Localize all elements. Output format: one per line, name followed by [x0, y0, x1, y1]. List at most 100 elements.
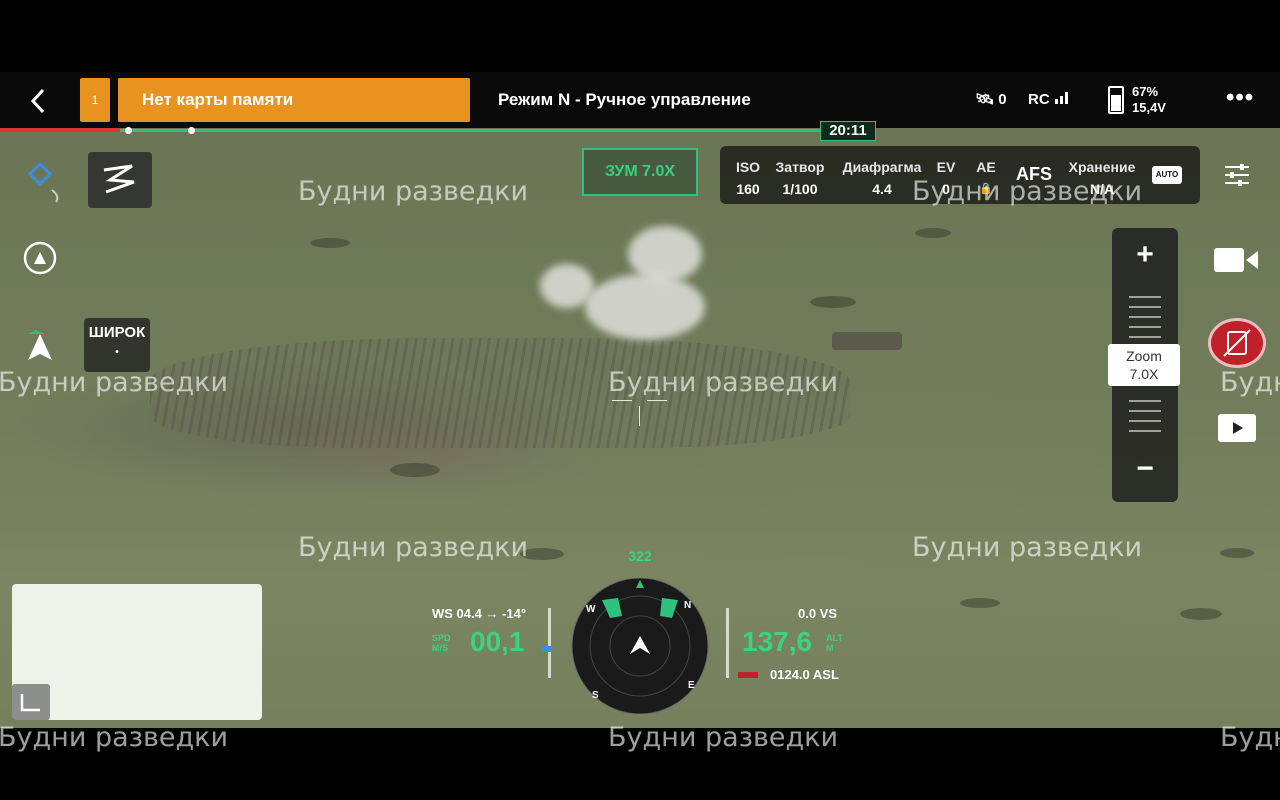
svg-text:W: W — [586, 604, 596, 615]
wide-lens-label: ШИРОК — [88, 324, 146, 341]
signal-icon — [1054, 92, 1068, 104]
shutter-label: Затвор — [775, 159, 825, 175]
battery-voltage: 15,4V — [1132, 100, 1166, 115]
zoom-value: 7.0X — [1129, 366, 1159, 382]
zoom-level-indicator[interactable]: Zoom 7.0X — [1108, 344, 1180, 386]
vehicle — [832, 332, 902, 350]
zoom-badge: ЗУМ 7.0X — [582, 148, 698, 196]
altitude: 137,6 — [742, 626, 813, 657]
wide-lens-indicator: • — [115, 347, 119, 358]
progress-bar[interactable] — [120, 129, 820, 132]
svg-text:S: S — [592, 690, 599, 701]
battery-icon[interactable] — [1108, 86, 1124, 114]
zoom-label: Zoom — [1126, 348, 1162, 364]
watermark: Будни разведки — [0, 367, 229, 398]
wide-lens-button[interactable]: ШИРОК • — [84, 318, 150, 372]
minimap-toggle-icon[interactable] — [12, 684, 50, 720]
watermark: Будни разведки — [0, 722, 229, 753]
progress-marker[interactable] — [188, 127, 195, 134]
watermark: Будни разведки — [912, 532, 1143, 563]
iso-label: ISO — [735, 159, 761, 175]
ae-label: AE — [976, 159, 996, 175]
shutter-value: 1/100 — [782, 181, 818, 197]
compass-icon: W S E N — [566, 577, 714, 715]
video-camera-icon[interactable] — [1212, 244, 1260, 276]
zoom-tick — [1129, 420, 1161, 422]
battery-status: 67% 15,4V — [1132, 84, 1166, 116]
gps-icon[interactable] — [26, 160, 66, 209]
vertical-speed: 0.0 VS — [798, 606, 838, 621]
speed-scale — [548, 608, 551, 678]
watermark: Будни разведки — [298, 176, 529, 207]
altitude-scale — [726, 608, 729, 678]
zoom-tick — [1129, 430, 1161, 432]
storage-label: Хранение — [1068, 159, 1136, 175]
zoom-out-button[interactable]: − — [1112, 452, 1178, 486]
horizontal-speed: 00,1 — [470, 626, 525, 657]
zoom-tick — [1129, 296, 1161, 298]
crosshair-right — [647, 400, 667, 401]
map-route-button[interactable] — [88, 152, 152, 208]
satellite-icon: 🛰 — [975, 91, 995, 108]
wind-speed: WS 04.4 → -14° — [432, 606, 527, 621]
aperture-label: Диафрагма — [842, 159, 922, 175]
crater — [915, 228, 951, 238]
auto-icon[interactable]: AUTO — [1152, 166, 1182, 184]
watermark: Будни разведки — [1220, 722, 1280, 753]
elapsed-time: 20:11 — [820, 121, 876, 141]
alt-unit-bottom: M — [826, 643, 834, 653]
watermark: Будни разведки — [1220, 367, 1280, 398]
zoom-tick — [1129, 316, 1161, 318]
svg-text:N: N — [684, 600, 691, 611]
smoke-cloud — [585, 274, 705, 340]
zoom-in-button[interactable]: + — [1112, 238, 1178, 272]
flight-mode[interactable]: Режим N - Ручное управление — [498, 90, 751, 110]
iso-value: 160 — [736, 181, 760, 197]
svg-text:E: E — [688, 680, 695, 691]
shutter-param[interactable]: Затвор 1/100 — [772, 156, 828, 200]
zoom-tick — [1129, 306, 1161, 308]
map-route-icon — [103, 164, 135, 194]
home-point-icon[interactable] — [20, 240, 60, 285]
asl-marker — [738, 672, 758, 678]
speed-marker — [542, 646, 552, 652]
satellite-status[interactable]: 🛰 0 — [975, 90, 1007, 108]
battery-fill — [1111, 95, 1121, 111]
watermark: Будни разведки — [912, 176, 1143, 207]
zoom-tick — [1129, 336, 1161, 338]
back-button[interactable] — [24, 86, 54, 116]
playback-icon[interactable] — [1218, 414, 1256, 442]
warning-count[interactable]: 1 — [80, 78, 110, 122]
warning-message[interactable]: Нет карты памяти — [118, 78, 470, 122]
alt-unit-top: ALT — [826, 633, 843, 643]
watermark: Будни разведки — [298, 532, 529, 563]
crosshair-bottom — [639, 406, 640, 426]
settings-sliders-icon[interactable] — [1222, 160, 1252, 190]
zoom-tick — [1129, 400, 1161, 402]
record-icon[interactable] — [1208, 318, 1266, 368]
battery-percent: 67% — [1132, 84, 1159, 99]
crater — [810, 296, 856, 308]
hs-unit-top: SPD — [432, 633, 451, 643]
watermark: Будни разведки — [608, 367, 839, 398]
back-icon — [30, 88, 45, 114]
altitude-asl: 0124.0 ASL — [770, 667, 839, 682]
iso-param[interactable]: ISO 160 — [730, 156, 766, 200]
more-icon[interactable]: ••• — [1226, 84, 1254, 112]
altitude-unit: ALT M — [826, 633, 843, 653]
rc-signal[interactable]: RC — [1028, 90, 1070, 108]
satellite-count: 0 — [998, 91, 1007, 108]
progress-marker[interactable] — [125, 127, 132, 134]
crater — [1220, 548, 1254, 558]
watermark: Будни разведки — [608, 722, 839, 753]
crater — [960, 598, 1000, 608]
letterbox-top — [0, 0, 1280, 72]
zoom-tick — [1129, 410, 1161, 412]
crater — [390, 463, 440, 477]
ev-label: EV — [936, 159, 956, 175]
rc-label: RC — [1028, 91, 1050, 108]
top-bar: 1 Нет карты памяти Режим N - Ручное упра… — [0, 72, 1280, 128]
crater — [310, 238, 350, 248]
crosshair-left — [612, 400, 632, 401]
progress-start-segment — [0, 128, 120, 132]
